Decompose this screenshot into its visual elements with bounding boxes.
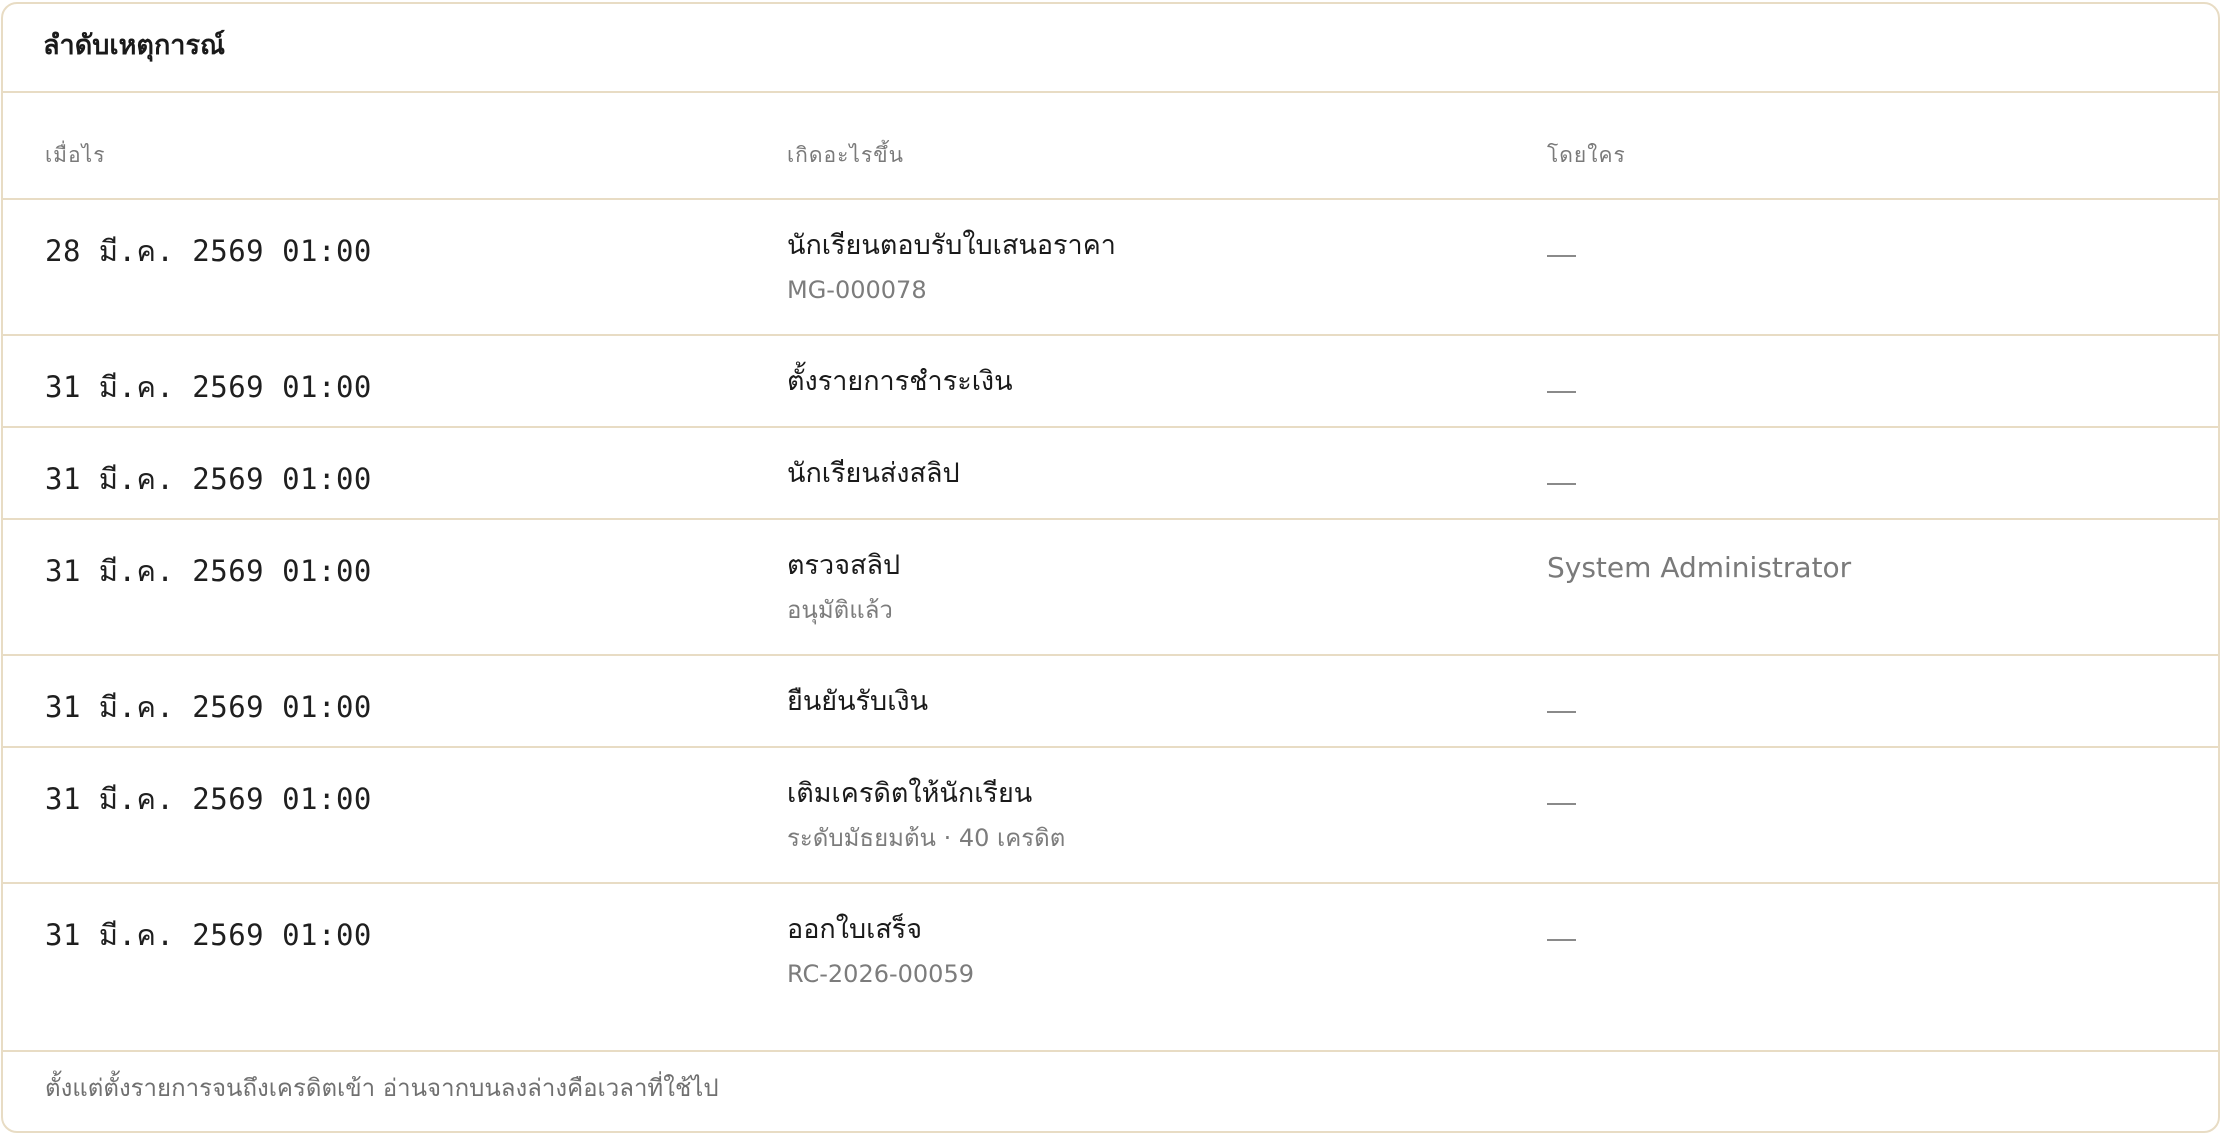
panel-title: ลำดับเหตุการณ์ — [43, 30, 225, 61]
event-description-cell: ตรวจสลิป อนุมัติแล้ว — [787, 548, 900, 626]
event-time: 31 มี.ค. 2569 01:00 — [45, 554, 372, 588]
event-description-cell: ออกใบเสร็จ RC-2026-00059 — [787, 912, 974, 990]
event-title: นักเรียนตอบรับใบเสนอราคา — [787, 230, 1116, 261]
event-time: 31 มี.ค. 2569 01:00 — [45, 462, 372, 496]
table-row: 28 มี.ค. 2569 01:00 นักเรียนตอบรับใบเสนอ… — [3, 200, 2218, 336]
panel-footer: ตั้งแต่ตั้งรายการจนถึงเครดิตเข้า อ่านจาก… — [3, 1051, 2218, 1131]
empty-actor-dash — [1547, 711, 1576, 713]
event-time: 31 มี.ค. 2569 01:00 — [45, 690, 372, 724]
event-detail: ระดับมัธยมต้น · 40 เครดิต — [787, 824, 1066, 852]
footer-note: ตั้งแต่ตั้งรายการจนถึงเครดิตเข้า อ่านจาก… — [45, 1073, 719, 1102]
event-description-cell: ยืนยันรับเงิน — [787, 684, 928, 720]
event-actor — [1547, 230, 1576, 266]
event-title: ยืนยันรับเงิน — [787, 686, 929, 717]
event-time: 31 มี.ค. 2569 01:00 — [45, 918, 372, 952]
event-title: นักเรียนส่งสลิป — [787, 458, 960, 489]
event-title: ตั้งรายการชำระเงิน — [787, 366, 1013, 397]
event-time: 31 มี.ค. 2569 01:00 — [45, 370, 372, 404]
table-header-row: เมื่อไร เกิดอะไรขึ้น โดยใคร — [3, 93, 2218, 200]
event-title: เติมเครดิตให้นักเรียน — [787, 778, 1033, 809]
event-actor — [1547, 686, 1576, 722]
event-description-cell: นักเรียนส่งสลิป — [787, 456, 960, 492]
empty-actor-dash — [1547, 939, 1576, 941]
event-actor — [1547, 366, 1576, 402]
table-row: 31 มี.ค. 2569 01:00 ตั้งรายการชำระเงิน — [3, 336, 2218, 428]
table-row: 31 มี.ค. 2569 01:00 นักเรียนส่งสลิป — [3, 428, 2218, 520]
column-header-what: เกิดอะไรขึ้น — [787, 143, 904, 167]
table-row: 31 มี.ค. 2569 01:00 ตรวจสลิป อนุมัติแล้ว… — [3, 520, 2218, 656]
event-detail: อนุมัติแล้ว — [787, 596, 893, 624]
event-actor — [1547, 914, 1576, 950]
event-title: ตรวจสลิป — [787, 550, 901, 581]
event-detail: RC-2026-00059 — [787, 960, 974, 988]
table-row: 31 มี.ค. 2569 01:00 เติมเครดิตให้นักเรีย… — [3, 748, 2218, 884]
empty-actor-dash — [1547, 391, 1576, 393]
column-header-when: เมื่อไร — [45, 143, 106, 167]
event-description-cell: เติมเครดิตให้นักเรียน ระดับมัธยมต้น · 40… — [787, 776, 1065, 854]
timeline-panel: ลำดับเหตุการณ์ เมื่อไร เกิดอะไรขึ้น โดยใ… — [1, 2, 2220, 1133]
event-description-cell: นักเรียนตอบรับใบเสนอราคา MG-000078 — [787, 228, 1116, 306]
column-header-who: โดยใคร — [1547, 143, 1626, 167]
empty-actor-dash — [1547, 803, 1576, 805]
event-time: 28 มี.ค. 2569 01:00 — [45, 234, 372, 268]
table-row: 31 มี.ค. 2569 01:00 ยืนยันรับเงิน — [3, 656, 2218, 748]
event-description-cell: ตั้งรายการชำระเงิน — [787, 364, 1013, 400]
empty-actor-dash — [1547, 483, 1576, 485]
table-row: 31 มี.ค. 2569 01:00 ออกใบเสร็จ RC-2026-0… — [3, 884, 2218, 1052]
event-time: 31 มี.ค. 2569 01:00 — [45, 782, 372, 816]
panel-header: ลำดับเหตุการณ์ — [3, 4, 2218, 93]
event-title: ออกใบเสร็จ — [787, 914, 923, 945]
event-actor — [1547, 458, 1576, 494]
event-actor — [1547, 778, 1576, 814]
event-detail: MG-000078 — [787, 276, 927, 304]
event-actor: System Administrator — [1547, 551, 1852, 584]
empty-actor-dash — [1547, 255, 1576, 257]
